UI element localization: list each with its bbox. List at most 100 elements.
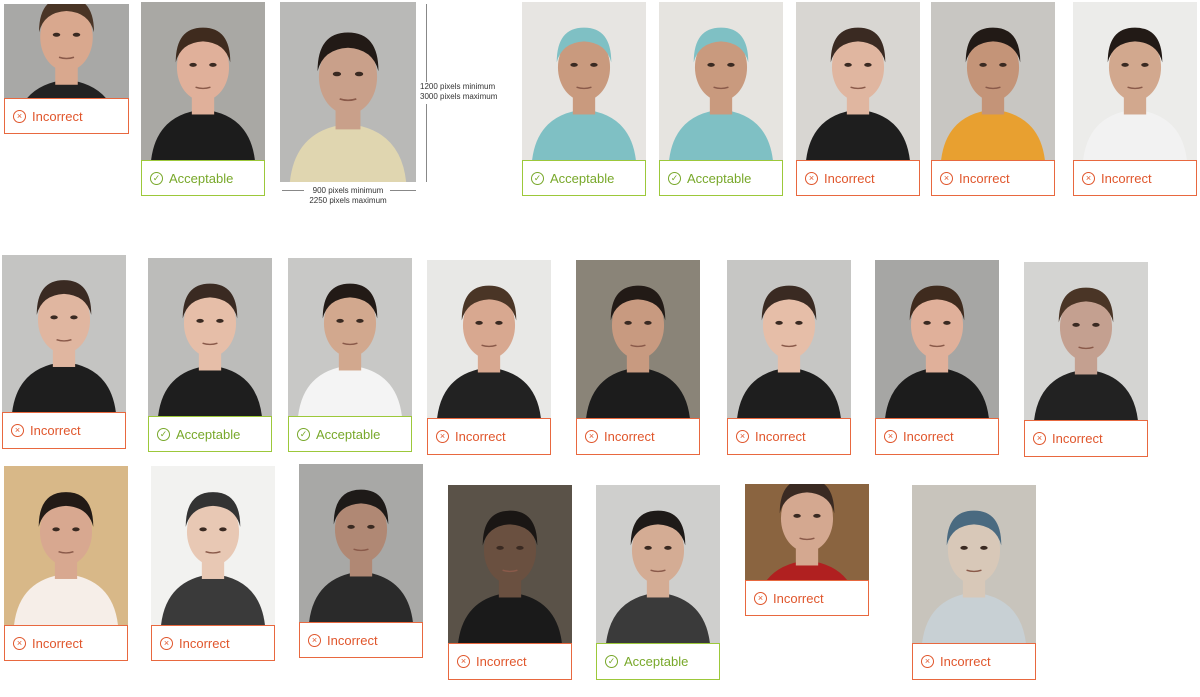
portrait-image	[727, 260, 851, 418]
status-label: ✓ Acceptable	[148, 416, 272, 452]
portrait-image	[4, 466, 128, 625]
status-label: × Incorrect	[875, 418, 999, 455]
status-text: Acceptable	[624, 654, 689, 669]
example-card-incorrect: × Incorrect	[727, 260, 851, 455]
status-label: × Incorrect	[931, 160, 1055, 196]
portrait-image	[576, 260, 700, 418]
status-text: Acceptable	[316, 426, 381, 442]
portrait-image	[427, 260, 551, 418]
portrait-image	[280, 2, 416, 182]
status-text: Incorrect	[959, 170, 1010, 186]
status-label: × Incorrect	[727, 418, 851, 455]
portrait-image	[931, 2, 1055, 160]
status-text: Incorrect	[903, 429, 954, 444]
status-label: ✓ Acceptable	[522, 160, 646, 196]
example-card-incorrect: × Incorrect	[151, 466, 275, 661]
portrait-image	[151, 466, 275, 625]
portrait-image	[299, 464, 423, 622]
status-text: Incorrect	[179, 635, 230, 651]
height-min-text: 1200 pixels minimum	[420, 82, 496, 91]
example-photo	[931, 2, 1055, 160]
example-card-incorrect: × Incorrect	[875, 260, 999, 455]
example-photo	[4, 466, 128, 625]
status-label: × Incorrect	[796, 160, 920, 196]
portrait-image	[2, 255, 126, 412]
check-circle-icon: ✓	[297, 427, 310, 441]
portrait-image	[1073, 2, 1197, 160]
x-circle-icon: ×	[585, 430, 598, 443]
width-min-text: 900 pixels minimum	[312, 186, 384, 195]
example-photo	[1024, 262, 1148, 420]
status-label: × Incorrect	[1024, 420, 1148, 457]
portrait-image	[875, 260, 999, 418]
check-circle-icon: ✓	[531, 171, 544, 185]
example-card-incorrect: × Incorrect	[576, 260, 700, 455]
x-circle-icon: ×	[884, 430, 897, 443]
check-circle-icon: ✓	[668, 171, 681, 185]
example-card-acceptable: ✓ Acceptable	[659, 2, 783, 196]
status-label: × Incorrect	[576, 418, 700, 455]
status-label: × Incorrect	[912, 643, 1036, 680]
check-circle-icon: ✓	[150, 171, 163, 185]
height-label: 1200 pixels minimum 3000 pixels maximum	[420, 82, 497, 102]
status-label: × Incorrect	[427, 418, 551, 455]
status-label: × Incorrect	[4, 98, 129, 134]
example-photo	[875, 260, 999, 418]
status-text: Incorrect	[1101, 170, 1152, 186]
example-card-acceptable: ✓ Acceptable	[596, 485, 720, 680]
example-card-incorrect: × Incorrect	[2, 255, 126, 449]
example-photo	[1073, 2, 1197, 160]
dimension-photo	[280, 2, 416, 182]
x-circle-icon: ×	[1082, 171, 1095, 185]
status-text: Incorrect	[455, 429, 506, 444]
portrait-image	[659, 2, 783, 160]
status-label: × Incorrect	[1073, 160, 1197, 196]
status-label: × Incorrect	[4, 625, 128, 661]
x-circle-icon: ×	[13, 636, 26, 650]
example-photo	[576, 260, 700, 418]
example-card-incorrect: × Incorrect	[4, 466, 128, 661]
x-circle-icon: ×	[736, 430, 749, 443]
status-label: ✓ Acceptable	[596, 643, 720, 680]
portrait-image	[596, 485, 720, 643]
check-circle-icon: ✓	[605, 655, 618, 668]
portrait-image	[912, 485, 1036, 643]
portrait-image	[288, 258, 412, 416]
status-text: Incorrect	[755, 429, 806, 444]
portrait-image	[148, 258, 272, 416]
status-text: Incorrect	[476, 654, 527, 669]
example-photo	[448, 485, 572, 643]
x-circle-icon: ×	[1033, 432, 1046, 445]
status-text: Incorrect	[1052, 431, 1103, 446]
x-circle-icon: ×	[940, 171, 953, 185]
portrait-image	[1024, 262, 1148, 420]
example-photo	[522, 2, 646, 160]
status-label: ✓ Acceptable	[141, 160, 265, 196]
example-card-incorrect: × Incorrect	[796, 2, 920, 196]
width-max-text: 2250 pixels maximum	[309, 196, 387, 205]
status-text: Acceptable	[176, 426, 241, 442]
status-text: Incorrect	[824, 170, 875, 186]
portrait-image	[448, 485, 572, 643]
height-max-text: 3000 pixels maximum	[420, 92, 498, 101]
example-card-incorrect: × Incorrect	[448, 485, 572, 680]
example-photo	[745, 484, 869, 580]
status-label: ✓ Acceptable	[288, 416, 412, 452]
portrait-image	[4, 4, 129, 98]
example-card-incorrect: × Incorrect	[931, 2, 1055, 196]
example-photo	[659, 2, 783, 160]
status-label: ✓ Acceptable	[659, 160, 783, 196]
example-card-incorrect: × Incorrect	[4, 4, 129, 134]
status-text: Acceptable	[550, 170, 615, 186]
x-circle-icon: ×	[457, 655, 470, 668]
status-text: Incorrect	[940, 654, 991, 669]
example-photo	[288, 258, 412, 416]
example-photo	[299, 464, 423, 622]
example-photo	[727, 260, 851, 418]
example-photo	[427, 260, 551, 418]
x-circle-icon: ×	[13, 109, 26, 123]
portrait-image	[141, 2, 265, 160]
example-card-acceptable: ✓ Acceptable	[141, 2, 265, 196]
example-card-acceptable: ✓ Acceptable	[522, 2, 646, 196]
status-text: Acceptable	[169, 170, 234, 186]
